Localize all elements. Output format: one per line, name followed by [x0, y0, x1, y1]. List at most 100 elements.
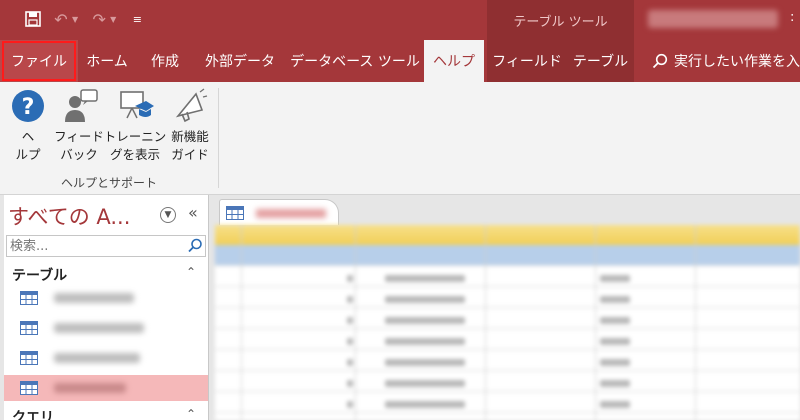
tab-fields[interactable]: フィールド — [487, 40, 567, 82]
grid-cell — [347, 296, 353, 303]
grid-cell — [600, 401, 630, 408]
save-icon[interactable] — [22, 8, 44, 30]
ribbon-help-group: ? ヘ ルプ フィード バック トレーニン グを表示 新機能 ガイド ヘルプとサ… — [0, 82, 800, 195]
search-icon[interactable] — [186, 237, 204, 255]
grid-cell — [385, 401, 465, 408]
tell-me-label: 実行したい作業を入 — [674, 54, 800, 70]
context-tab-header: テーブル ツール — [487, 0, 634, 40]
nav-menu-dropdown-icon[interactable]: ▼ — [160, 207, 176, 223]
undo-icon[interactable]: ↶ — [50, 8, 72, 30]
nav-table-item[interactable] — [4, 345, 208, 371]
whats-new-button-label: 新機能 ガイド — [171, 129, 209, 162]
grid-cell — [600, 338, 630, 345]
collapse-chevron-icon[interactable]: ⌃ — [186, 407, 196, 420]
grid-column-divider — [595, 225, 596, 420]
table-icon — [226, 206, 244, 220]
help-button[interactable]: ? ヘ ルプ — [8, 86, 48, 164]
feedback-button[interactable]: フィード バック — [54, 86, 104, 164]
nav-search-input[interactable] — [10, 237, 180, 255]
nav-table-item-selected[interactable] — [4, 375, 208, 401]
document-area — [215, 195, 800, 420]
tab-table[interactable]: テーブル — [567, 40, 634, 82]
grid-cell — [600, 359, 630, 366]
nav-table-item[interactable] — [4, 285, 208, 311]
grid-cell — [385, 296, 465, 303]
help-icon: ? — [8, 86, 48, 126]
grid-column-divider — [485, 225, 486, 420]
redo-icon[interactable]: ↷ — [88, 8, 110, 30]
grid-cell — [385, 338, 465, 345]
table-row[interactable] — [215, 392, 800, 413]
table-row[interactable] — [215, 350, 800, 371]
table-icon — [20, 321, 38, 335]
grid-column-divider — [695, 225, 696, 420]
grid-cell — [385, 380, 465, 387]
grid-cell — [600, 380, 630, 387]
tab-external-data[interactable]: 外部データ — [194, 40, 286, 82]
whats-new-button[interactable]: 新機能 ガイド — [166, 86, 214, 164]
title-bar: ↶ ▼ ↷ ▼ ≡ テーブル ツール : — [0, 0, 800, 40]
ribbon-tab-bar: ファイル ホーム 作成 外部データ データベース ツール ヘルプ フィールド テ… — [0, 40, 800, 82]
nav-section-tables-label: テーブル — [12, 268, 68, 284]
redo-dropdown-icon[interactable]: ▼ — [110, 15, 116, 24]
nav-table-item-label — [54, 323, 144, 333]
grid-column-divider — [355, 225, 356, 420]
collapse-chevron-icon[interactable]: ⌃ — [186, 265, 196, 279]
table-icon — [20, 381, 38, 395]
feedback-icon — [59, 86, 99, 126]
tab-create[interactable]: 作成 — [136, 40, 194, 82]
shutter-collapse-icon[interactable]: « — [188, 203, 198, 222]
document-tab-label — [256, 209, 326, 218]
nav-section-queries[interactable]: クエリ ⌃ — [4, 405, 208, 420]
tab-home[interactable]: ホーム — [78, 40, 136, 82]
tell-me-search[interactable]: 実行したい作業を入 — [652, 40, 800, 82]
table-row[interactable] — [215, 308, 800, 329]
grid-cell — [347, 380, 353, 387]
table-row[interactable] — [215, 266, 800, 287]
grid-cell — [385, 317, 465, 324]
datasheet-header-row[interactable] — [215, 225, 800, 245]
search-icon — [652, 53, 668, 69]
grid-cell — [347, 401, 353, 408]
grid-column-divider — [241, 225, 242, 420]
datasheet-grid[interactable] — [215, 225, 800, 420]
grid-cell — [385, 275, 465, 282]
ribbon-group-label: ヘルプとサポート — [60, 176, 157, 190]
ribbon-group-separator — [218, 88, 219, 188]
tab-file[interactable]: ファイル — [0, 40, 78, 82]
table-row[interactable] — [215, 371, 800, 392]
account-name[interactable] — [648, 10, 778, 28]
nav-pane-title[interactable]: すべての A... — [8, 201, 130, 231]
quick-access-toolbar: ↶ ▼ ↷ ▼ ≡ — [22, 8, 148, 30]
grid-cell — [385, 359, 465, 366]
svg-text:?: ? — [22, 95, 35, 120]
table-icon — [20, 351, 38, 365]
nav-table-item-label — [54, 293, 134, 303]
grid-cell — [600, 296, 630, 303]
nav-table-item-label — [54, 383, 126, 393]
nav-section-tables[interactable]: テーブル ⌃ — [4, 263, 208, 285]
table-row[interactable] — [215, 329, 800, 350]
nav-table-item-label — [54, 353, 140, 363]
feedback-button-label: フィード バック — [54, 129, 104, 162]
nav-table-item[interactable] — [4, 315, 208, 341]
grid-cell — [347, 275, 353, 282]
nav-section-queries-label: クエリ — [12, 410, 54, 420]
document-tab[interactable] — [219, 199, 339, 225]
training-button[interactable]: トレーニン グを表示 — [104, 86, 166, 164]
training-button-label: トレーニン グを表示 — [103, 129, 167, 162]
tab-database-tools[interactable]: データベース ツール — [286, 40, 424, 82]
help-button-label: ヘ ルプ — [15, 129, 41, 162]
table-icon — [20, 291, 38, 305]
nav-search-box — [6, 235, 206, 257]
customize-qat-icon[interactable]: ≡ — [126, 8, 148, 30]
title-overflow: : — [790, 10, 795, 25]
grid-cell — [347, 317, 353, 324]
table-row[interactable] — [215, 245, 800, 266]
grid-cell — [347, 359, 353, 366]
grid-cell — [347, 338, 353, 345]
table-row[interactable] — [215, 287, 800, 308]
tab-help[interactable]: ヘルプ — [424, 40, 484, 82]
grid-cell — [600, 275, 630, 282]
undo-dropdown-icon[interactable]: ▼ — [72, 15, 78, 24]
